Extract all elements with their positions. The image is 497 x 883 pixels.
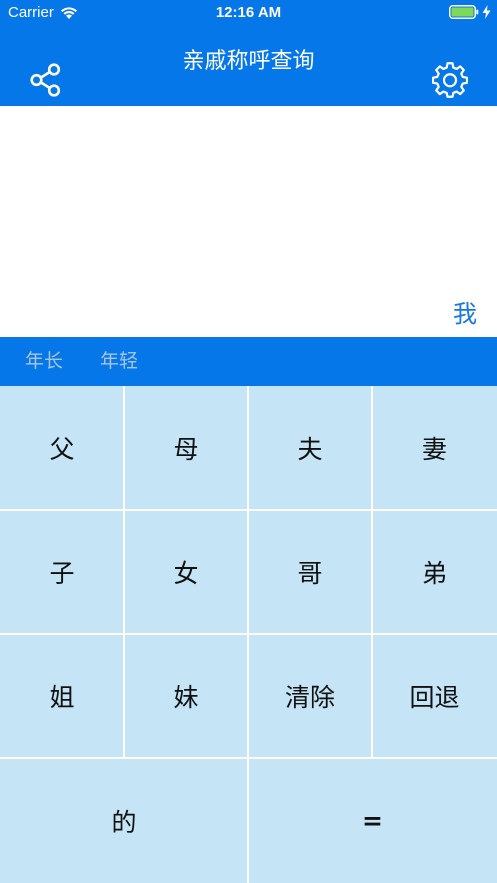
app-screen: Carrier 12:16 AM 亲戚称呼查询 我 年长 年轻 父 母 夫 妻 … <box>0 0 497 883</box>
grid-divider <box>371 386 373 758</box>
equals-button[interactable]: = <box>248 758 497 883</box>
key-son[interactable]: 子 <box>0 510 124 634</box>
page-title: 亲戚称呼查询 <box>182 49 315 74</box>
backspace-button[interactable]: 回退 <box>372 634 497 758</box>
key-elder-sister[interactable]: 姐 <box>0 634 124 758</box>
battery-icon <box>449 5 479 19</box>
grid-divider <box>123 386 125 758</box>
key-of[interactable]: 的 <box>0 758 248 883</box>
key-younger-brother[interactable]: 弟 <box>372 510 497 634</box>
key-daughter[interactable]: 女 <box>124 510 248 634</box>
grid-divider <box>0 757 497 759</box>
grid-divider <box>0 633 497 635</box>
key-mother[interactable]: 母 <box>124 386 248 510</box>
current-relation-text: 我 <box>453 300 477 328</box>
age-selector-bar: 年长 年轻 <box>0 337 497 386</box>
status-time: 12:16 AM <box>215 4 282 21</box>
younger-tab[interactable]: 年轻 <box>100 348 138 374</box>
key-elder-brother[interactable]: 哥 <box>248 510 372 634</box>
status-right <box>449 5 491 19</box>
status-bar: Carrier 12:16 AM <box>0 0 497 26</box>
clear-button[interactable]: 清除 <box>248 634 372 758</box>
grid-divider <box>0 509 497 511</box>
older-tab[interactable]: 年长 <box>25 348 63 374</box>
keypad: 父 母 夫 妻 子 女 哥 弟 姐 妹 清除 回退 的 = <box>0 386 497 883</box>
key-wife[interactable]: 妻 <box>372 386 497 510</box>
key-father[interactable]: 父 <box>0 386 124 510</box>
gear-icon[interactable] <box>432 62 468 98</box>
key-younger-sister[interactable]: 妹 <box>124 634 248 758</box>
charging-icon <box>482 5 491 19</box>
nav-bar: 亲戚称呼查询 <box>0 26 497 106</box>
key-husband[interactable]: 夫 <box>248 386 372 510</box>
result-display: 我 <box>0 106 497 337</box>
